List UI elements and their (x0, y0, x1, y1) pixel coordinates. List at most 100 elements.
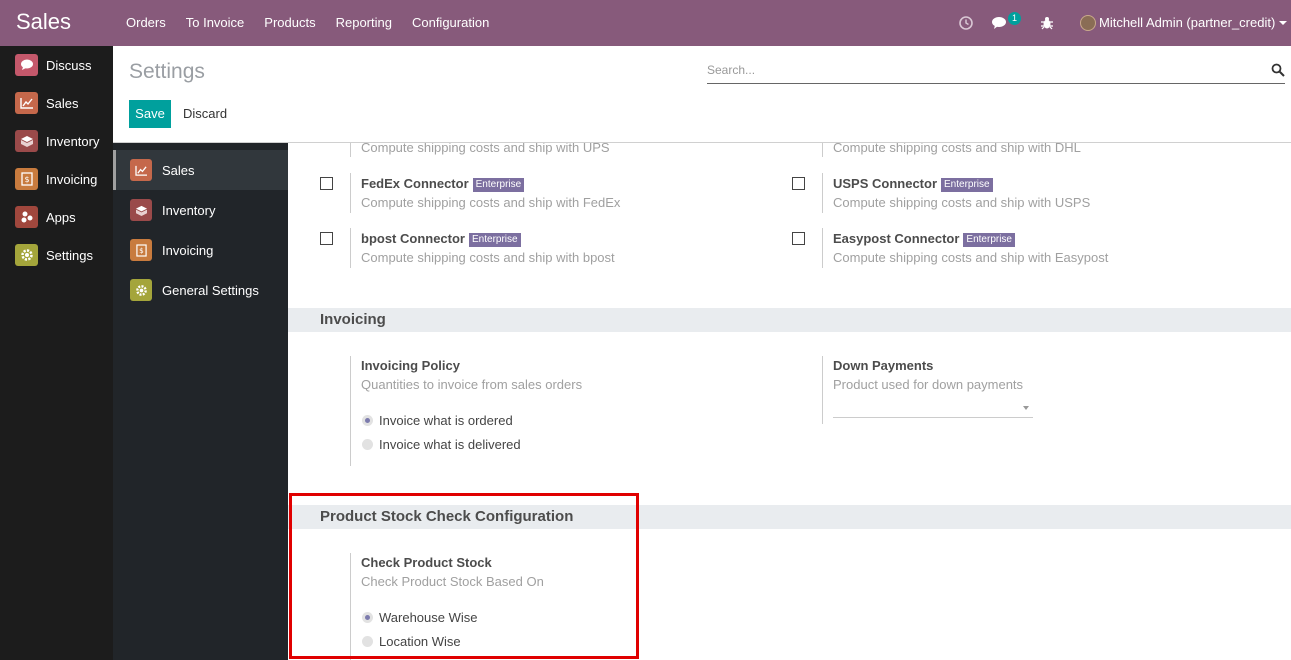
fedex-checkbox[interactable] (320, 177, 333, 190)
setting-divider (350, 228, 351, 268)
app-inventory[interactable]: Inventory (15, 129, 99, 153)
app-title[interactable]: Sales (16, 9, 71, 35)
app-sales-label: Sales (46, 95, 79, 111)
bpost-checkbox[interactable] (320, 232, 333, 245)
app-settings-label: Settings (46, 247, 93, 263)
ups-description: Compute shipping costs and ship with UPS (361, 143, 610, 155)
bpost-description: Compute shipping costs and ship with bpo… (361, 250, 615, 265)
stock-check-section-header: Product Stock Check Configuration (288, 505, 1291, 529)
app-discuss-label: Discuss (46, 57, 92, 73)
invoice-delivered-label[interactable]: Invoice what is delivered (379, 437, 521, 452)
stock-check-section-title: Product Stock Check Configuration (320, 508, 574, 525)
invoice-ordered-label[interactable]: Invoice what is ordered (379, 413, 513, 428)
setting-divider (822, 173, 823, 213)
setting-divider (350, 356, 351, 466)
app-apps-label: Apps (46, 209, 76, 225)
messages-count-badge: 1 (1008, 12, 1022, 25)
settings-nav-inventory-label: Inventory (162, 202, 216, 218)
usps-title: USPS Connector Enterprise (833, 176, 993, 192)
enterprise-badge: Enterprise (472, 178, 525, 192)
invoicing-policy-description: Quantities to invoice from sales orders (361, 377, 583, 392)
setting-divider (350, 553, 351, 660)
usps-description: Compute shipping costs and ship with USP… (833, 195, 1091, 210)
chat-bubbles-icon[interactable] (991, 15, 1009, 31)
easypost-checkbox[interactable] (792, 232, 805, 245)
usps-checkbox[interactable] (792, 177, 805, 190)
menu-orders[interactable]: Orders (116, 0, 176, 46)
app-discuss[interactable]: Discuss (15, 53, 92, 77)
settings-nav-invoicing[interactable]: $ Invoicing (113, 230, 288, 270)
inventory-box-icon (130, 199, 152, 221)
apps-sidebar: Discuss Sales Inventory $ Invoicing Apps… (0, 46, 113, 660)
dhl-description: Compute shipping costs and ship with DHL (833, 143, 1081, 155)
search-input[interactable]: Search... (707, 63, 755, 77)
main-menu: Orders To Invoice Products Reporting Con… (116, 0, 499, 46)
settings-nav-general-label: General Settings (162, 282, 259, 298)
app-invoicing-label: Invoicing (46, 171, 98, 187)
save-button[interactable]: Save (129, 100, 171, 128)
chevron-down-icon[interactable] (1023, 406, 1029, 410)
user-avatar[interactable] (1080, 15, 1096, 31)
app-settings[interactable]: Settings (15, 243, 93, 267)
menu-configuration[interactable]: Configuration (402, 0, 499, 46)
invoicing-policy-title: Invoicing Policy (361, 358, 460, 373)
menu-reporting[interactable]: Reporting (326, 0, 402, 46)
app-apps[interactable]: Apps (15, 205, 76, 229)
discard-button[interactable]: Discard (183, 100, 227, 128)
menu-products[interactable]: Products (254, 0, 325, 46)
settings-content: Compute shipping costs and ship with UPS… (288, 143, 1291, 660)
page-title: Settings (129, 60, 205, 83)
easypost-title: Easypost Connector Enterprise (833, 231, 1015, 247)
invoice-delivered-radio[interactable] (362, 439, 373, 450)
invoicing-section-title: Invoicing (320, 311, 386, 328)
gear-icon (15, 244, 38, 266)
location-wise-radio[interactable] (362, 636, 373, 647)
activity-clock-icon[interactable] (958, 15, 974, 31)
setting-divider (822, 143, 823, 157)
settings-nav-sales[interactable]: Sales (113, 150, 288, 190)
fedex-title-text: FedEx Connector (361, 176, 469, 191)
invoice-ordered-radio[interactable] (362, 415, 373, 426)
menu-to-invoice[interactable]: To Invoice (176, 0, 255, 46)
search-icon[interactable] (1271, 63, 1285, 77)
top-navbar: Sales Orders To Invoice Products Reporti… (0, 0, 1291, 46)
control-panel: Settings Search... Save Discard (113, 46, 1291, 143)
easypost-description: Compute shipping costs and ship with Eas… (833, 250, 1109, 265)
invoice-icon: $ (15, 168, 38, 190)
search-box[interactable]: Search... (707, 61, 1285, 84)
app-sales[interactable]: Sales (15, 91, 79, 115)
svg-text:$: $ (24, 175, 29, 184)
setting-divider (350, 143, 351, 157)
enterprise-badge: Enterprise (941, 178, 993, 192)
invoicing-section-header: Invoicing (288, 308, 1291, 332)
setting-divider (350, 173, 351, 213)
invoice-icon: $ (130, 239, 152, 261)
check-stock-title: Check Product Stock (361, 555, 492, 570)
location-wise-label[interactable]: Location Wise (379, 634, 461, 649)
down-payments-title: Down Payments (833, 358, 934, 373)
user-menu-caret-icon[interactable] (1279, 21, 1287, 25)
svg-text:$: $ (139, 246, 144, 255)
discuss-icon (15, 54, 38, 76)
settings-nav-inventory[interactable]: Inventory (113, 190, 288, 230)
settings-nav-sales-label: Sales (162, 162, 195, 178)
warehouse-wise-label[interactable]: Warehouse Wise (379, 610, 478, 625)
down-payments-description: Product used for down payments (833, 377, 1024, 392)
sales-chart-icon (15, 92, 38, 114)
enterprise-badge: Enterprise (469, 233, 521, 247)
app-invoicing[interactable]: $ Invoicing (15, 167, 97, 191)
fedex-description: Compute shipping costs and ship with Fed… (361, 195, 621, 210)
easypost-title-text: Easypost Connector (833, 231, 960, 246)
enterprise-badge: Enterprise (963, 233, 1015, 247)
warehouse-wise-radio[interactable] (362, 612, 373, 623)
bpost-title: bpost Connector Enterprise (361, 231, 521, 247)
down-payment-product-select[interactable] (833, 417, 1033, 418)
fedex-title: FedEx Connector Enterprise (361, 176, 525, 192)
user-menu[interactable]: Mitchell Admin (partner_credit) (1099, 0, 1275, 46)
gear-icon (130, 279, 152, 301)
usps-title-text: USPS Connector (833, 176, 938, 191)
check-stock-description: Check Product Stock Based On (361, 574, 544, 589)
debug-bug-icon[interactable] (1040, 15, 1054, 31)
settings-nav-general[interactable]: General Settings (113, 270, 288, 310)
settings-nav-invoicing-label: Invoicing (162, 242, 214, 258)
